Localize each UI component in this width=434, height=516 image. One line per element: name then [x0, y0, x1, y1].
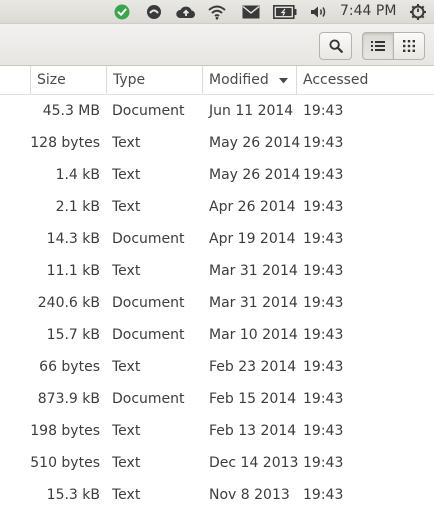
cell-type: Text [112, 487, 141, 503]
grid-view-icon [403, 40, 415, 52]
cell-type: Text [112, 423, 141, 439]
column-label-type: Type [113, 72, 146, 88]
cell-type: Text [112, 167, 141, 183]
cell-size: 198 bytes [30, 423, 100, 439]
gear-power-icon[interactable] [408, 2, 428, 22]
cell-accessed: 19:43 [303, 135, 344, 151]
wifi-icon[interactable] [206, 2, 228, 22]
column-header-type[interactable]: Type [106, 66, 202, 94]
mail-icon[interactable] [240, 2, 262, 22]
table-row[interactable]: 66 bytes Text Feb 23 2014 19:43 [0, 352, 434, 384]
sort-descending-icon [279, 78, 288, 84]
cell-type: Text [112, 455, 141, 471]
cell-size: 45.3 MB [42, 103, 100, 119]
cell-size: 128 bytes [30, 135, 100, 151]
cell-modified: Feb 15 2014 [209, 391, 297, 407]
cell-accessed: 19:43 [303, 423, 344, 439]
cell-type: Text [112, 199, 141, 215]
cell-accessed: 19:43 [303, 263, 344, 279]
cell-modified: Nov 8 2013 [209, 487, 290, 503]
grid-view-button[interactable] [393, 32, 425, 60]
column-header-accessed[interactable]: Accessed [296, 66, 434, 94]
table-row[interactable]: 240.6 kB Document Mar 31 2014 19:43 [0, 288, 434, 320]
list-view-button[interactable] [362, 32, 394, 60]
cell-accessed: 19:43 [303, 295, 344, 311]
table-row[interactable]: 510 bytes Text Dec 14 2013 19:43 [0, 448, 434, 480]
cell-size: 15.7 kB [46, 327, 100, 343]
cell-size: 873.9 kB [37, 391, 100, 407]
cell-size: 1.4 kB [55, 167, 100, 183]
cell-type: Text [112, 263, 141, 279]
clock[interactable]: 7:44 PM [340, 3, 396, 19]
column-header-size[interactable]: Size [30, 66, 106, 94]
cell-size: 240.6 kB [37, 295, 100, 311]
cell-accessed: 19:43 [303, 327, 344, 343]
check-icon[interactable] [112, 2, 132, 22]
search-button[interactable] [319, 32, 352, 60]
search-icon [328, 39, 343, 53]
cell-accessed: 19:43 [303, 487, 344, 503]
cell-size: 14.3 kB [46, 231, 100, 247]
cell-accessed: 19:43 [303, 391, 344, 407]
cell-modified: May 26 2014 [209, 135, 301, 151]
cell-size: 15.3 kB [46, 487, 100, 503]
cell-type: Document [112, 103, 185, 119]
cell-accessed: 19:43 [303, 167, 344, 183]
cell-modified: Mar 31 2014 [209, 295, 298, 311]
cell-modified: Feb 23 2014 [209, 359, 297, 375]
battery-icon[interactable] [272, 2, 298, 22]
cell-accessed: 19:43 [303, 199, 344, 215]
cell-modified: Apr 26 2014 [209, 199, 296, 215]
cell-type: Document [112, 231, 185, 247]
cell-size: 11.1 kB [46, 263, 100, 279]
table-row[interactable]: 15.3 kB Text Nov 8 2013 19:43 [0, 480, 434, 512]
cell-accessed: 19:43 [303, 231, 344, 247]
cloud-upload-icon[interactable] [174, 2, 198, 22]
toolbar [0, 24, 434, 66]
cell-modified: Apr 19 2014 [209, 231, 296, 247]
table-row[interactable]: 11.1 kB Text Mar 31 2014 19:43 [0, 256, 434, 288]
cell-modified: Mar 10 2014 [209, 327, 298, 343]
table-row[interactable]: 15.7 kB Document Mar 10 2014 19:43 [0, 320, 434, 352]
cell-size: 66 bytes [39, 359, 100, 375]
cell-modified: May 26 2014 [209, 167, 301, 183]
column-label-accessed: Accessed [303, 72, 369, 88]
volume-icon[interactable] [308, 2, 330, 22]
cell-size: 2.1 kB [55, 199, 100, 215]
cell-modified: Jun 11 2014 [209, 103, 294, 119]
table-row[interactable]: 2.1 kB Text Apr 26 2014 19:43 [0, 192, 434, 224]
column-label-modified: Modified [209, 72, 269, 88]
cell-accessed: 19:43 [303, 455, 344, 471]
table-row[interactable]: 45.3 MB Document Jun 11 2014 19:43 [0, 96, 434, 128]
cell-accessed: 19:43 [303, 103, 344, 119]
cell-modified: Mar 31 2014 [209, 263, 298, 279]
cell-type: Document [112, 295, 185, 311]
cell-type: Text [112, 359, 141, 375]
cell-accessed: 19:43 [303, 359, 344, 375]
list-view-icon [371, 41, 385, 51]
table-row[interactable]: 14.3 kB Document Apr 19 2014 19:43 [0, 224, 434, 256]
table-row[interactable]: 128 bytes Text May 26 2014 19:43 [0, 128, 434, 160]
cell-modified: Feb 13 2014 [209, 423, 297, 439]
cell-size: 510 bytes [30, 455, 100, 471]
table-row[interactable]: 198 bytes Text Feb 13 2014 19:43 [0, 416, 434, 448]
column-header-modified[interactable]: Modified [202, 66, 296, 94]
table-row[interactable]: 1.4 kB Text May 26 2014 19:43 [0, 160, 434, 192]
column-label-size: Size [37, 72, 66, 88]
column-header-bar: Size Type Modified Accessed [0, 66, 434, 95]
power-app-icon[interactable] [144, 2, 164, 22]
table-row[interactable]: 873.9 kB Document Feb 15 2014 19:43 [0, 384, 434, 416]
cell-type: Text [112, 135, 141, 151]
cell-type: Document [112, 391, 185, 407]
cell-modified: Dec 14 2013 [209, 455, 299, 471]
cell-type: Document [112, 327, 185, 343]
top-panel: 7:44 PM [0, 0, 434, 24]
file-list: 45.3 MB Document Jun 11 2014 19:43 128 byte… [0, 96, 434, 512]
